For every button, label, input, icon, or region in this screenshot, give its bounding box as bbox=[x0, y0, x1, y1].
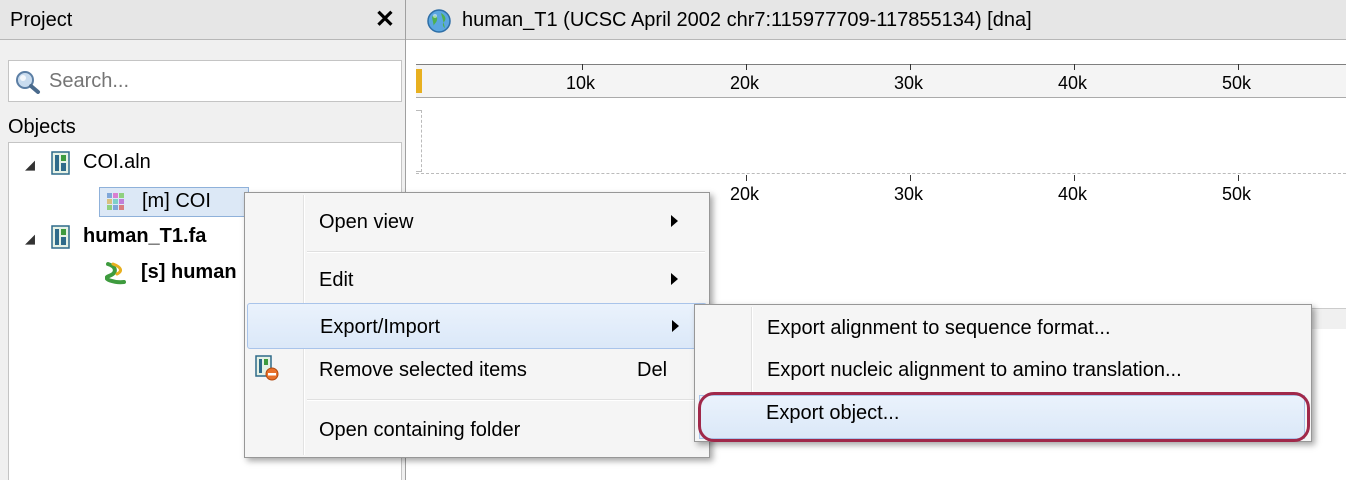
ruler-marker[interactable] bbox=[416, 69, 422, 93]
sequence-view-header: human_T1 (UCSC April 2002 chr7:115977709… bbox=[406, 0, 1346, 40]
submenu-arrow-icon bbox=[672, 320, 679, 332]
submenu-arrow-icon bbox=[671, 273, 678, 285]
ruler-tick-label: 40k bbox=[1058, 73, 1088, 93]
menu-item-export-import[interactable]: Export/Import bbox=[247, 303, 707, 349]
menu-item-remove-selected[interactable]: Remove selected items Del bbox=[247, 347, 707, 393]
menu-item-label: Open view bbox=[319, 211, 414, 233]
sequence-icon bbox=[104, 261, 127, 291]
tick-mark bbox=[1238, 64, 1239, 70]
objects-label: Objects bbox=[8, 116, 76, 138]
ruler-tick-label: 40k bbox=[1058, 184, 1088, 204]
search-icon bbox=[15, 70, 41, 100]
highlight-ring bbox=[698, 392, 1310, 442]
sequence-view-title: human_T1 (UCSC April 2002 chr7:115977709… bbox=[462, 9, 1032, 31]
search-box[interactable] bbox=[8, 60, 402, 102]
sequence-dash-marker bbox=[416, 110, 422, 172]
document-icon bbox=[51, 225, 71, 255]
expand-arrow-icon[interactable]: ◢ bbox=[25, 231, 35, 247]
close-panel-button[interactable]: ✕ bbox=[375, 5, 395, 34]
menu-item-open-view[interactable]: Open view bbox=[247, 199, 707, 245]
submenu-arrow-icon bbox=[671, 215, 678, 227]
export-import-submenu: Export alignment to sequence format... E… bbox=[694, 304, 1312, 442]
expand-arrow-icon[interactable]: ◢ bbox=[25, 157, 35, 173]
tick-mark bbox=[910, 64, 911, 70]
tree-item-label: [s] human bbox=[141, 261, 237, 283]
search-input[interactable] bbox=[49, 67, 389, 95]
tick-mark bbox=[1238, 175, 1239, 181]
tick-mark bbox=[1074, 64, 1075, 70]
menu-item-export-nucleic-amino[interactable]: Export nucleic alignment to amino transl… bbox=[697, 351, 1309, 393]
globe-icon bbox=[426, 8, 452, 40]
menu-item-export-object[interactable]: Export object... bbox=[698, 392, 1310, 442]
tick-mark bbox=[582, 64, 583, 70]
tree-item-coi-object[interactable]: [m] COI bbox=[99, 187, 249, 217]
alignment-icon bbox=[106, 192, 126, 218]
menu-item-label: Export/Import bbox=[320, 316, 441, 338]
document-icon bbox=[51, 151, 71, 181]
remove-icon bbox=[255, 355, 279, 387]
menu-shortcut: Del bbox=[637, 359, 668, 381]
ruler-tick-label: 20k bbox=[730, 73, 760, 93]
menu-item-export-alignment-sequence-format[interactable]: Export alignment to sequence format... bbox=[697, 309, 1309, 351]
ruler-tick-label: 10k bbox=[566, 73, 596, 93]
tree-item-coi-aln[interactable]: ◢ COI.aln bbox=[9, 149, 399, 179]
tree-item-label: COI.aln bbox=[83, 151, 151, 173]
tree-item-label: human_T1.fa bbox=[83, 225, 207, 247]
menu-separator bbox=[307, 399, 705, 401]
menu-item-label: Export nucleic alignment to amino transl… bbox=[767, 359, 1182, 381]
menu-item-label: Open containing folder bbox=[319, 419, 521, 441]
menu-item-edit[interactable]: Edit bbox=[247, 257, 707, 303]
tick-mark bbox=[1074, 175, 1075, 181]
tick-mark bbox=[746, 64, 747, 70]
ruler-tick-label: 50k bbox=[1222, 73, 1252, 93]
menu-item-open-containing-folder[interactable]: Open containing folder bbox=[247, 407, 707, 453]
menu-separator bbox=[307, 251, 705, 253]
ruler-tick-label: 20k bbox=[730, 184, 760, 204]
tick-mark bbox=[910, 175, 911, 181]
sequence-overview[interactable] bbox=[416, 98, 1346, 174]
tick-mark bbox=[746, 175, 747, 181]
project-panel-title: Project bbox=[10, 9, 73, 31]
tree-item-label: [m] COI bbox=[142, 190, 211, 212]
project-panel-header: Project ✕ bbox=[0, 0, 405, 40]
menu-item-label: Remove selected items bbox=[319, 359, 527, 381]
ruler-tick-label: 30k bbox=[894, 73, 924, 93]
ruler-tick-label: 30k bbox=[894, 184, 924, 204]
ruler-top[interactable]: 10k 20k 30k 40k 50k bbox=[416, 64, 1346, 98]
context-menu: Open view Edit Export/Import Remove sele… bbox=[244, 192, 710, 458]
menu-item-label: Edit bbox=[319, 269, 354, 291]
ruler-tick-label: 50k bbox=[1222, 184, 1252, 204]
menu-item-label: Export alignment to sequence format... bbox=[767, 317, 1111, 339]
